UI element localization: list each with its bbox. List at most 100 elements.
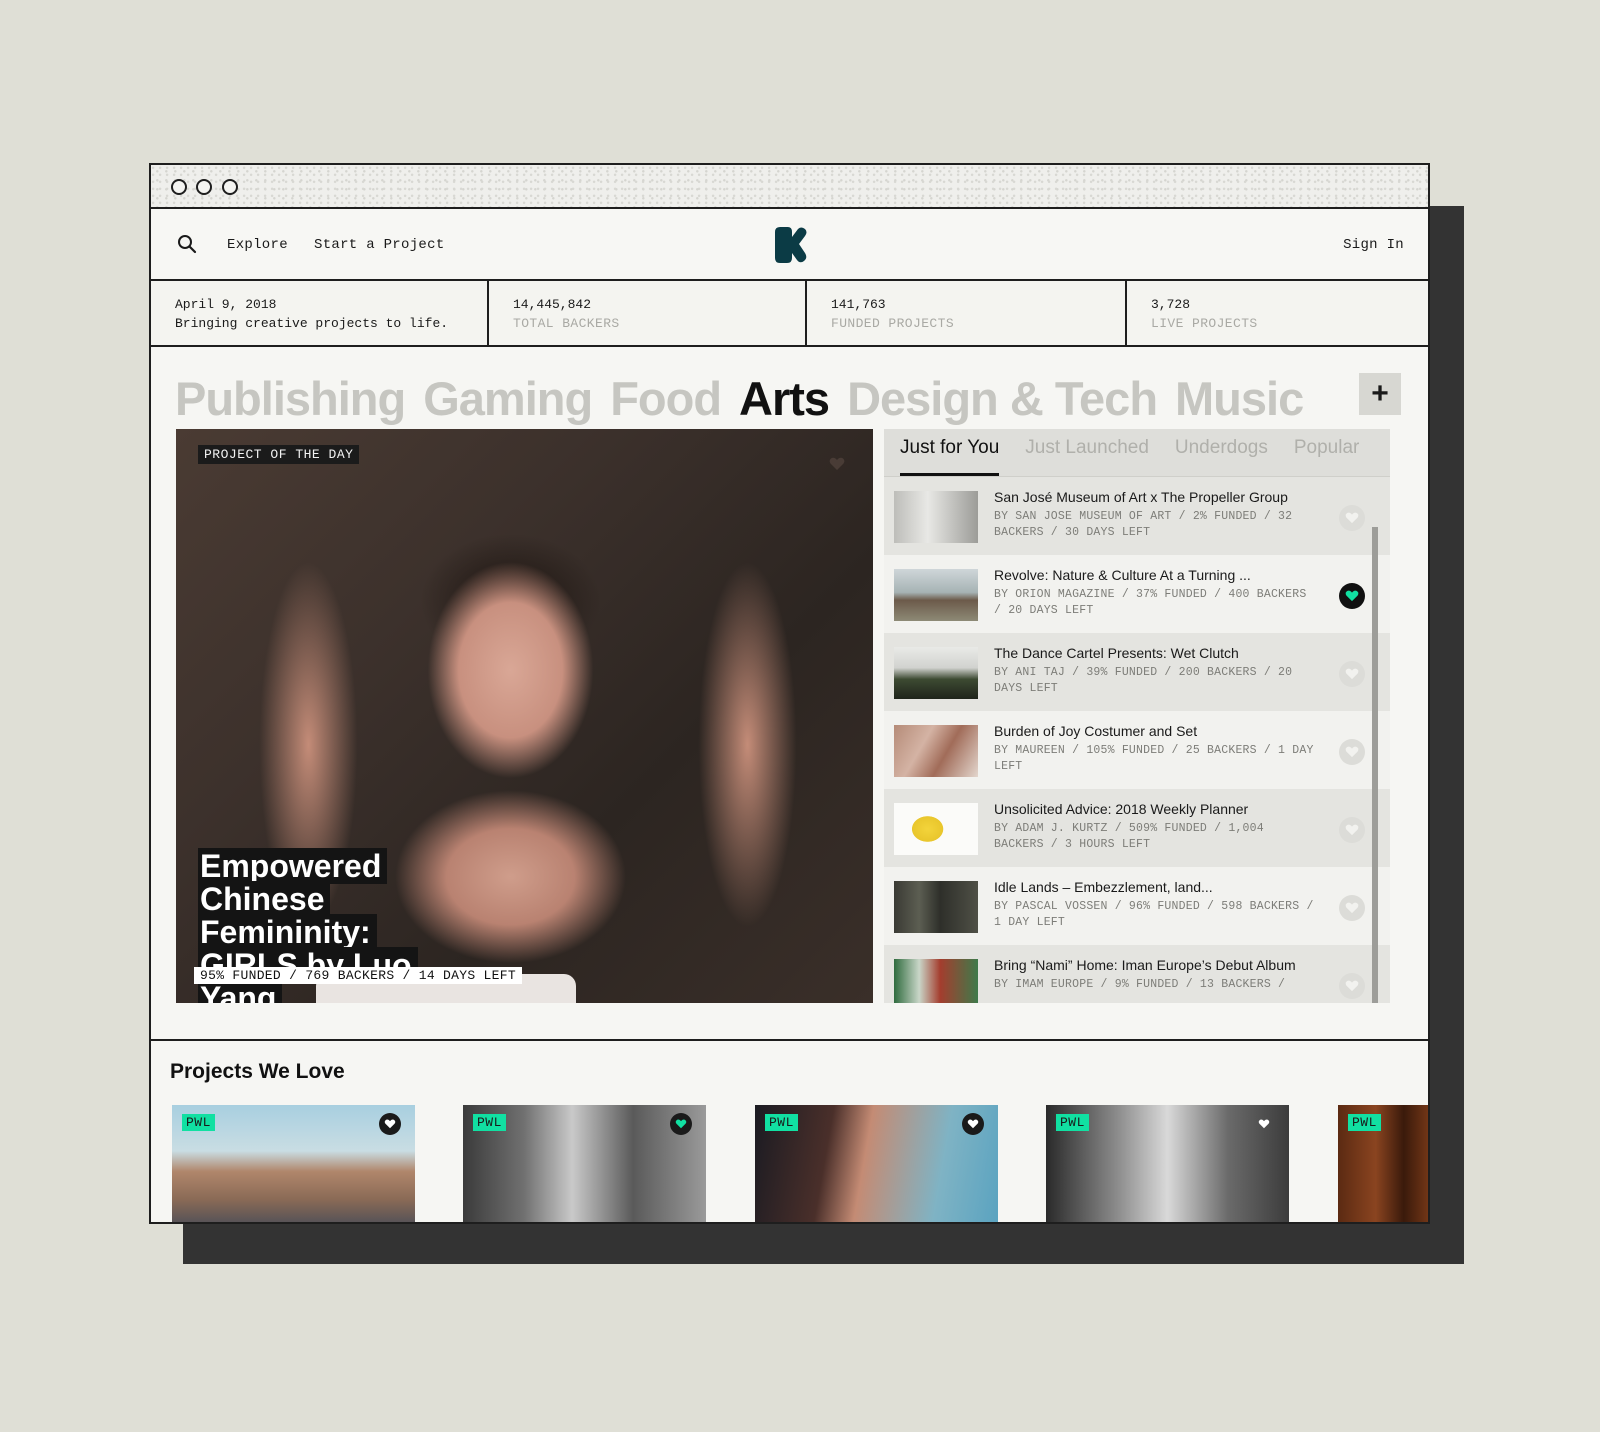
project-meta: BY SAN JOSE MUSEUM OF ART / 2% FUNDED / … [994,510,1293,539]
project-meta: BY MAUREEN / 105% FUNDED / 25 BACKERS / … [994,744,1314,773]
stat-live-projects: 3,728 LIVE PROJECTS [1127,281,1428,345]
current-date: April 9, 2018 [175,297,277,312]
category-nav: Publishing Gaming Food Arts Design & Tec… [175,371,1304,431]
stat-label: LIVE PROJECTS [1151,316,1258,331]
tab-just-for-you[interactable]: Just for You [900,437,1000,476]
pwl-badge: PWL [1056,1114,1089,1131]
project-of-the-day-card[interactable]: PROJECT OF THE DAY Empowered Chinese Fem… [176,429,873,1003]
list-scrollbar[interactable] [1372,527,1378,1003]
hero-funding-stats: 95% FUNDED / 769 BACKERS / 14 DAYS LEFT [194,967,522,984]
category-arts[interactable]: Arts [739,371,830,431]
project-thumbnail [894,569,978,621]
project-thumbnail [894,959,978,1003]
list-item[interactable]: Bring “Nami” Home: Iman Europe’s Debut A… [884,945,1390,1003]
tagline: Bringing creative projects to life. [175,316,449,331]
pwl-badge: PWL [1348,1114,1381,1131]
section-divider [151,1039,1428,1041]
pwl-card[interactable]: PWL [172,1105,415,1222]
heart-icon [384,1119,396,1129]
favorite-button[interactable] [379,1113,401,1135]
pwl-badge: PWL [473,1114,506,1131]
list-item[interactable]: San José Museum of Art x The Propeller G… [884,477,1390,555]
project-thumbnail [894,647,978,699]
window-maximize-button[interactable] [222,179,238,195]
list-tabs: Just for You Just Launched Underdogs Pop… [884,429,1390,477]
pwl-card[interactable]: PWL [1338,1105,1428,1222]
search-icon[interactable] [177,234,197,254]
hero-title-line: Chinese Femininity: [198,881,377,950]
tab-just-launched[interactable]: Just Launched [1025,437,1149,476]
project-title: San José Museum of Art x The Propeller G… [994,489,1288,505]
list-item[interactable]: Revolve: Nature & Culture At a Turning .… [884,555,1390,633]
stat-funded-projects: 141,763 FUNDED PROJECTS [807,281,1127,345]
projects-we-love-heading: Projects We Love [170,1060,345,1083]
category-music[interactable]: Music [1175,371,1304,431]
stat-value: 141,763 [831,297,886,312]
project-meta: BY ORION MAGAZINE / 37% FUNDED / 400 BAC… [994,588,1307,617]
heart-icon [1345,668,1359,680]
heart-icon [1345,902,1359,914]
heart-icon [1258,1119,1270,1129]
project-list-panel: Just for You Just Launched Underdogs Pop… [884,429,1390,1003]
project-title: Bring “Nami” Home: Iman Europe’s Debut A… [994,957,1296,973]
project-meta: BY PASCAL VOSSEN / 96% FUNDED / 598 BACK… [994,900,1314,929]
pwl-card[interactable]: PWL [1046,1105,1289,1222]
nav-start-project-link[interactable]: Start a Project [314,237,445,253]
pwl-badge: PWL [182,1114,215,1131]
heart-icon [675,1119,687,1129]
window-close-button[interactable] [171,179,187,195]
project-title: Unsolicited Advice: 2018 Weekly Planner [994,801,1249,817]
category-design-tech[interactable]: Design & Tech [847,371,1158,431]
heart-icon [967,1119,979,1129]
category-gaming[interactable]: Gaming [423,371,593,431]
category-food[interactable]: Food [610,371,722,431]
pwl-card[interactable]: PWL [463,1105,706,1222]
stat-value: 3,728 [1151,297,1191,312]
list-item[interactable]: The Dance Cartel Presents: Wet Clutch BY… [884,633,1390,711]
more-categories-button[interactable]: + [1359,373,1401,415]
heart-icon [1345,746,1359,758]
hero-title-line: Empowered [198,848,388,884]
stat-total-backers: 14,445,842 TOTAL BACKERS [489,281,807,345]
favorite-button[interactable] [1339,817,1365,843]
list-item[interactable]: Idle Lands – Embezzlement, land... BY PA… [884,867,1390,945]
heart-icon [1345,824,1359,836]
pwl-card[interactable]: PWL [755,1105,998,1222]
favorite-button[interactable] [1339,583,1365,609]
tab-popular[interactable]: Popular [1294,437,1360,476]
favorite-button[interactable] [670,1113,692,1135]
project-title: Burden of Joy Costumer and Set [994,723,1198,739]
stat-label: FUNDED PROJECTS [831,316,955,331]
favorite-button[interactable] [1339,505,1365,531]
nav-explore-link[interactable]: Explore [227,237,288,253]
favorite-button[interactable] [962,1113,984,1135]
top-nav: Explore Start a Project Sign In [151,209,1428,281]
favorite-button[interactable] [1339,895,1365,921]
project-rows: San José Museum of Art x The Propeller G… [884,477,1390,1003]
heart-icon [1345,980,1359,992]
favorite-button[interactable] [1253,1113,1275,1135]
stat-date: April 9, 2018 Bringing creative projects… [151,281,489,345]
favorite-button[interactable] [1339,739,1365,765]
project-thumbnail [894,803,978,855]
stat-value: 14,445,842 [513,297,592,312]
favorite-button[interactable] [1339,661,1365,687]
list-item[interactable]: Unsolicited Advice: 2018 Weekly Planner … [884,789,1390,867]
window-minimize-button[interactable] [196,179,212,195]
title-bar [151,165,1428,209]
heart-icon[interactable] [829,457,845,471]
project-title: The Dance Cartel Presents: Wet Clutch [994,645,1239,661]
project-thumbnail [894,881,978,933]
favorite-button[interactable] [1339,973,1365,999]
tab-underdogs[interactable]: Underdogs [1175,437,1268,476]
stats-bar: April 9, 2018 Bringing creative projects… [151,281,1428,347]
pwl-badge: PWL [765,1114,798,1131]
kickstarter-logo-icon[interactable] [774,227,808,263]
list-item[interactable]: Burden of Joy Costumer and Set BY MAUREE… [884,711,1390,789]
project-thumbnail [894,725,978,777]
project-meta: BY ADAM J. KURTZ / 509% FUNDED / 1,004 B… [994,822,1264,851]
heart-icon [1345,512,1359,524]
sign-in-link[interactable]: Sign In [1343,237,1404,253]
project-title: Idle Lands – Embezzlement, land... [994,879,1213,895]
category-publishing[interactable]: Publishing [175,371,406,431]
